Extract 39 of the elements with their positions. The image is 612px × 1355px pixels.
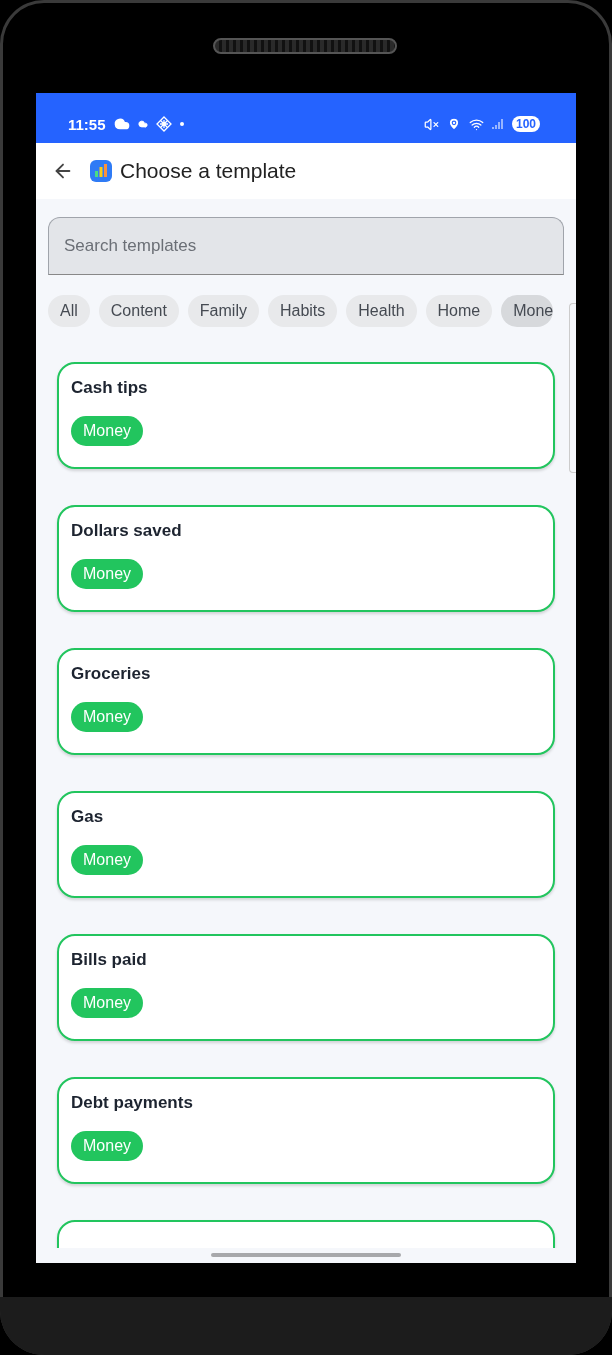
template-title: Debt payments xyxy=(71,1093,194,1113)
category-tag: Money xyxy=(71,559,144,589)
template-card[interactable]: Cash tips Money xyxy=(57,362,555,469)
category-tag: Money xyxy=(71,988,144,1018)
template-title: Dollars saved xyxy=(71,521,183,541)
cloud-icon xyxy=(137,119,148,129)
category-tag: Money xyxy=(71,416,144,446)
category-tag: Money xyxy=(71,845,144,875)
template-card[interactable]: Debt payments Money xyxy=(57,1077,555,1184)
filter-chip[interactable]: Family xyxy=(187,295,259,327)
category-tag: Money xyxy=(71,1131,144,1161)
template-card[interactable]: Bills paid Money xyxy=(57,934,555,1041)
filter-chip[interactable]: Home xyxy=(425,295,493,327)
app-icon xyxy=(90,160,112,182)
template-card[interactable]: Dollars saved Money xyxy=(57,505,555,612)
template-title: Gas xyxy=(71,807,105,827)
filter-chip[interactable]: Content xyxy=(98,295,179,327)
gesture-handle[interactable] xyxy=(211,1253,401,1257)
mute-icon xyxy=(423,116,439,132)
filter-chip[interactable]: Health xyxy=(346,295,417,327)
page-title: Choose a template xyxy=(120,159,297,183)
template-card[interactable]: Groceries Money xyxy=(57,648,555,755)
template-title: Cash tips xyxy=(71,378,149,398)
template-title: Bills paid xyxy=(71,950,148,970)
diamond-icon xyxy=(155,116,172,132)
status-time: 11:55 xyxy=(68,115,106,133)
battery-indicator: 100 xyxy=(511,116,540,132)
template-card[interactable]: Gas Money xyxy=(57,791,555,898)
location-icon xyxy=(446,117,461,131)
wifi-icon xyxy=(468,116,484,132)
filter-chip[interactable]: Mone xyxy=(501,295,554,327)
template-title: Groceries xyxy=(71,664,152,684)
notification-dot xyxy=(179,122,184,126)
search-field[interactable]: Search templates xyxy=(48,217,564,275)
filter-chip[interactable]: Habits xyxy=(267,295,338,327)
category-tag: Money xyxy=(71,702,144,732)
signal-icon xyxy=(491,118,504,130)
filter-chip[interactable]: All xyxy=(48,295,90,327)
cloud-icon xyxy=(113,116,130,132)
